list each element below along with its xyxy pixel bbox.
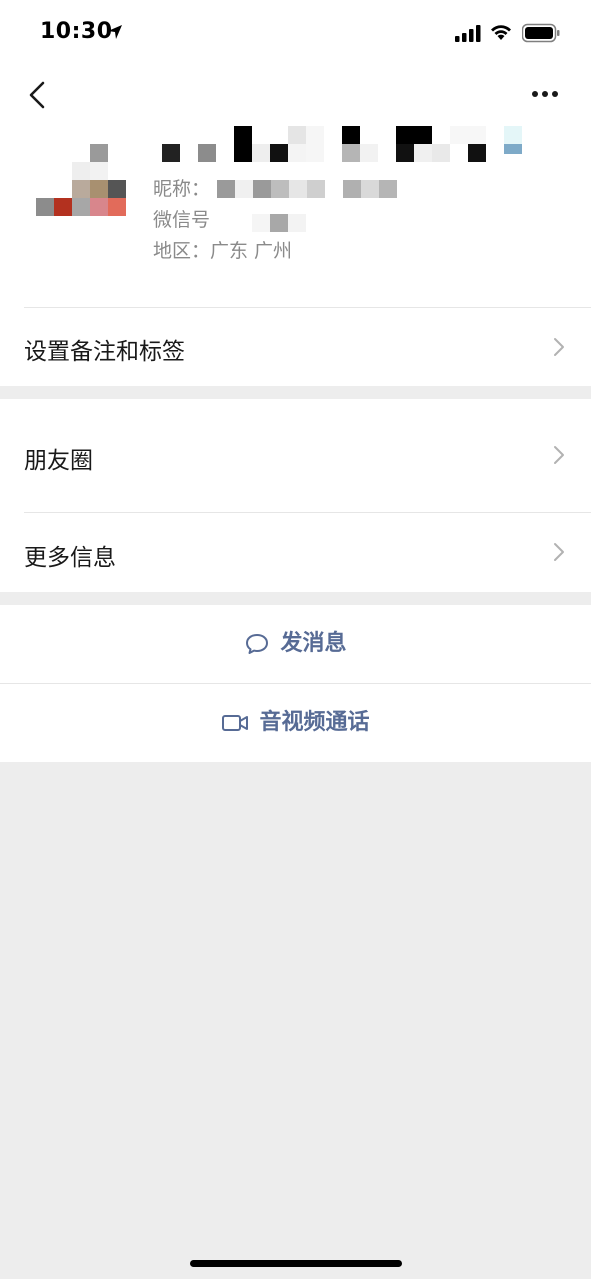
wechat-id-label: 微信号 <box>153 209 211 231</box>
video-call-label: 音视频通话 <box>259 710 370 735</box>
home-indicator[interactable] <box>190 1260 402 1267</box>
moments-row[interactable]: 朋友圈 <box>0 399 591 512</box>
cellular-signal-icon <box>455 25 481 42</box>
send-message-button[interactable]: 发消息 <box>0 605 591 683</box>
more-options-button[interactable] <box>524 82 566 106</box>
more-dots-icon <box>532 91 558 97</box>
nickname-line: 昵称： <box>153 174 210 201</box>
chevron-right-icon <box>554 446 564 464</box>
more-info-label: 更多信息 <box>24 545 116 571</box>
chevron-right-icon <box>554 338 564 356</box>
back-button[interactable] <box>22 78 54 112</box>
region-line: 地区：广东 广州 <box>153 236 292 263</box>
chevron-right-icon <box>554 543 564 561</box>
video-call-button[interactable]: 音视频通话 <box>0 684 591 762</box>
more-info-row[interactable]: 更多信息 <box>0 513 591 592</box>
battery-icon <box>522 23 560 43</box>
wechat-id-value-pixelated <box>252 214 306 232</box>
video-camera-icon <box>222 715 249 731</box>
location-arrow-icon <box>108 25 122 39</box>
contact-name-pixelated <box>162 126 532 162</box>
region-label: 地区： <box>153 240 211 262</box>
wifi-icon <box>491 25 511 40</box>
nickname-value-pixelated <box>217 180 397 198</box>
moments-label: 朋友圈 <box>24 448 93 474</box>
chat-bubble-icon <box>246 634 269 654</box>
set-remark-label: 设置备注和标签 <box>24 339 185 365</box>
send-message-label: 发消息 <box>280 631 347 656</box>
region-value: 广东 广州 <box>210 240 293 262</box>
set-remark-and-tags-row[interactable]: 设置备注和标签 <box>0 308 591 386</box>
status-time: 10:30 <box>40 19 113 44</box>
avatar[interactable] <box>36 144 126 216</box>
back-arrow-icon <box>29 81 45 109</box>
nickname-label: 昵称： <box>153 178 211 200</box>
wechat-id-line: 微信号 <box>153 205 210 232</box>
